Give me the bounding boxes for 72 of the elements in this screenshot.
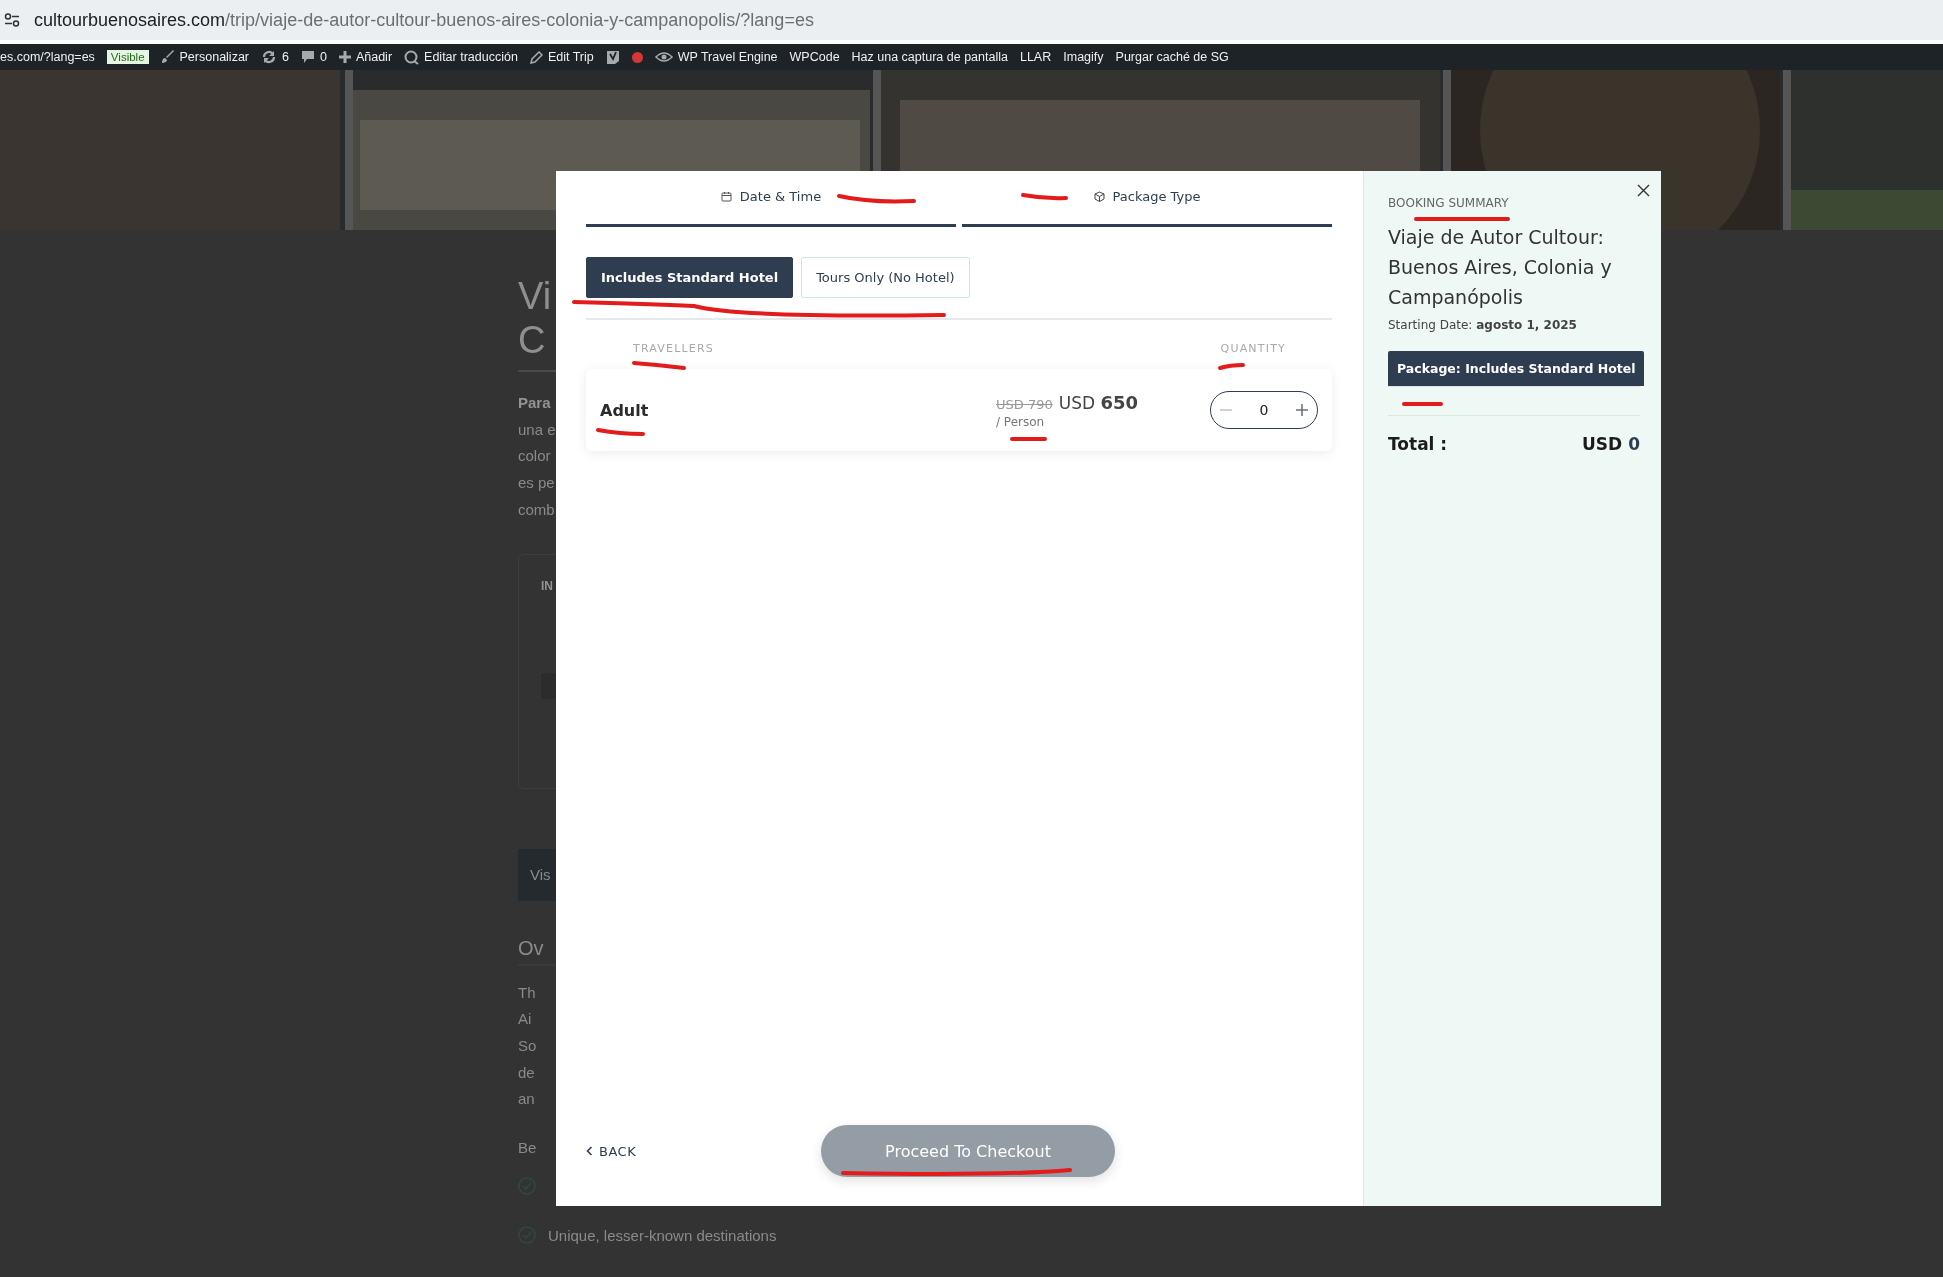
toolbar-link[interactable]: WP Travel Engine [677,50,778,64]
column-heading: TRAVELLERS [633,342,715,355]
visibility-badge: Visible [106,50,149,64]
package-option[interactable]: Includes Standard Hotel [586,257,794,298]
trip-title: Viaje de Autor Cultour: Buenos Aires, Colonia y Campanópolis [1388,225,1613,310]
check-circle-icon [518,1177,536,1196]
toolbar-link[interactable]: 6 [282,50,289,64]
refresh-icon [261,50,277,64]
toolbar-link[interactable]: Personalizar [179,50,249,64]
toolbar-link[interactable]: Purgar caché de SG [1115,50,1229,64]
plus-icon [338,51,351,63]
annotation-stroke [1010,437,1047,441]
close-icon[interactable] [1637,184,1650,197]
brush-icon [160,50,175,64]
package-tag: Package: Includes Standard Hotel [1388,351,1644,386]
step-tab[interactable]: Date & Time [586,171,956,227]
paragraph-fragment: de [518,1063,535,1081]
paragraph-fragment: color [518,447,551,465]
total-amount: USD 0 [1582,434,1640,454]
column-heading: QUANTITY [1220,342,1286,355]
info-label: IN [541,578,553,593]
chevron-left-icon [586,1146,593,1156]
page-title-fragment: C [518,318,546,362]
price-unit: / Person [996,414,1046,429]
calendar-icon [720,191,732,202]
toolbar-link[interactable]: Edit Trip [547,50,594,64]
paragraph-fragment: an [518,1090,535,1108]
quantity-value: 0 [1259,402,1269,418]
annotation-stroke [1218,363,1245,370]
current-price: USD 650 [1058,391,1139,413]
box-icon [1093,191,1105,202]
toolbar-link[interactable]: 0 [319,50,327,64]
toolbar-link[interactable]: Añadir [355,50,393,64]
paragraph-fragment: So [518,1036,537,1054]
toolbar-link[interactable]: Imagify [1063,50,1104,64]
section-tab-button[interactable]: Vis [518,848,556,901]
paragraph-fragment: comb [518,500,555,518]
summary-heading: BOOKING SUMMARY [1388,196,1510,210]
back-link[interactable]: BACK [586,1143,821,1159]
annotation-stroke [596,428,645,436]
highlights-label: Be [518,1139,537,1157]
site-settings-icon[interactable] [4,13,20,27]
toolbar-link[interactable]: WPCode [789,50,840,64]
comment-icon [300,50,315,64]
toolbar-link[interactable]: Editar traducción [424,50,518,64]
package-option[interactable]: Tours Only (No Hotel) [801,257,970,298]
paragraph-fragment: Th [518,983,536,1001]
toolbar-link[interactable]: Haz una captura de pantalla [851,50,1008,64]
info-icon [541,672,557,699]
annotation-stroke [1021,193,1068,201]
toolbar-link[interactable]: es.com/?lang=es [0,50,95,64]
check-circle-icon [518,1226,536,1245]
annotation-stroke [1402,402,1443,406]
paragraph-fragment: Para [518,394,551,411]
pencil-icon [529,50,543,64]
paragraph-fragment: es pe [518,474,555,492]
paragraph-fragment: Ai [518,1010,532,1028]
toolbar-link[interactable]: LLAR [1019,50,1052,64]
step-label: Date & Time [739,189,822,204]
traveller-type: Adult [600,400,650,420]
original-price: USD 790 [996,396,1053,412]
status-dot[interactable] [631,51,643,63]
seo-plugin-icon[interactable] [605,49,620,65]
paragraph-fragment: una e [518,420,556,438]
plus-icon[interactable] [1295,403,1309,417]
compass-icon [654,50,673,64]
highlight-item: Unique, lesser-known destinations [548,1226,777,1244]
page-title-fragment: Vi [518,274,552,318]
step-label: Package Type [1112,189,1201,204]
starting-date: Starting Date: agosto 1, 2025 [1388,318,1578,332]
total-label: Total : [1388,434,1448,454]
annotation-stroke [632,361,686,370]
